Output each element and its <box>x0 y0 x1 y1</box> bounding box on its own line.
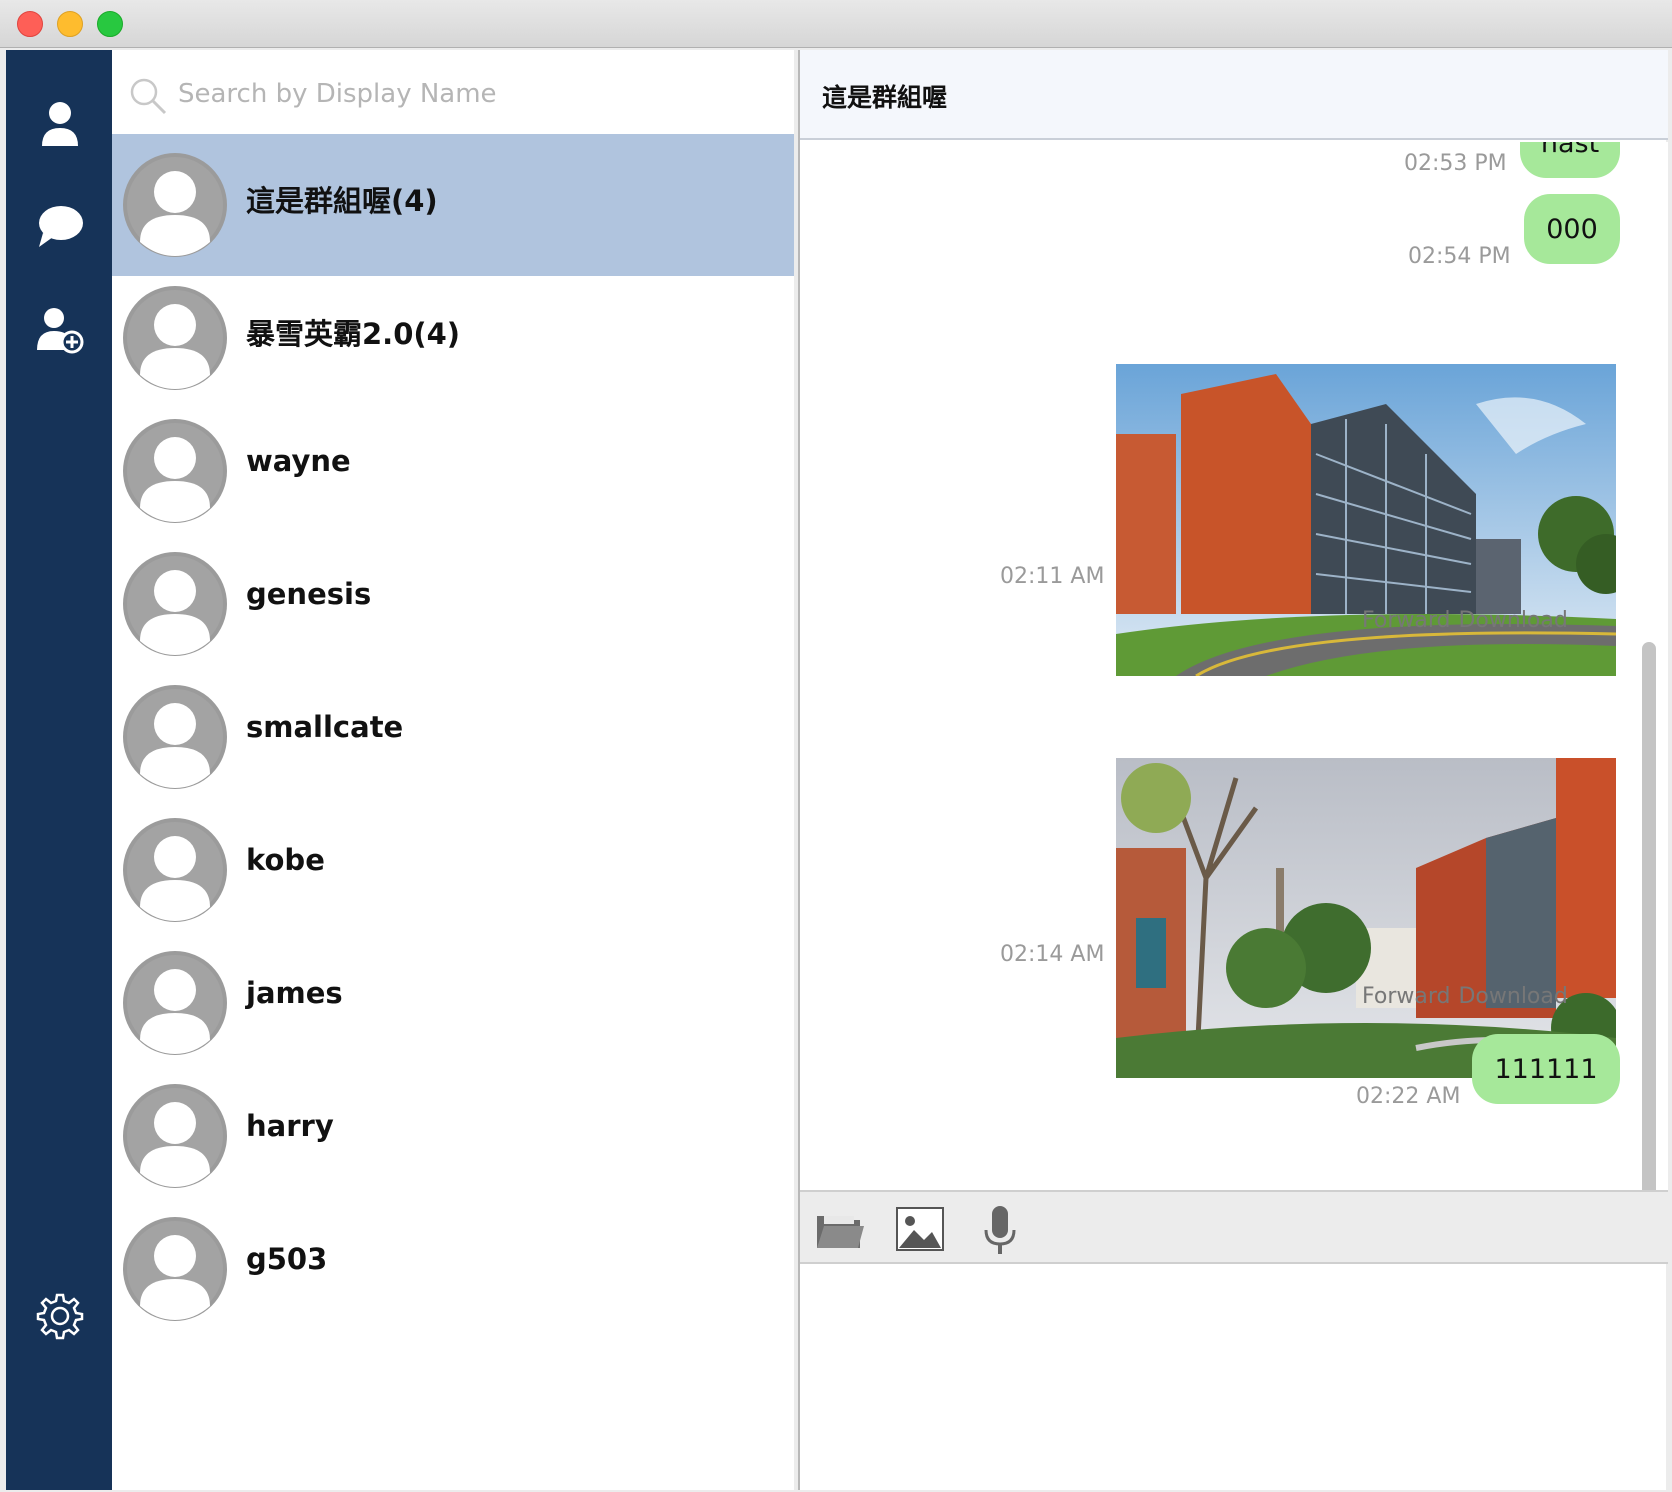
contact-row[interactable]: g503 <box>112 1198 794 1340</box>
avatar <box>122 684 228 790</box>
contact-row[interactable]: smallcate <box>112 666 794 808</box>
contact-name: 這是群組喔(4) <box>246 184 438 218</box>
message-time: 02:11 AM <box>1000 564 1105 589</box>
contact-list-pane: 這是群組喔(4) 暴雪英霸2.0(4) wayne genesis smallcate k… <box>112 50 794 1490</box>
chat-pane: 這是群組喔 nast 02:53 PM 000 02:54 PM 02:11 A… <box>798 50 1668 1490</box>
forward-link[interactable]: Forward <box>1362 608 1450 633</box>
contact-row[interactable]: james <box>112 932 794 1074</box>
avatar <box>122 418 228 524</box>
message-photo[interactable] <box>1116 758 1616 1078</box>
search-icon <box>130 78 167 115</box>
message-text: 111111 <box>1494 1053 1598 1085</box>
contact-name: smallcate <box>246 710 404 744</box>
message-actions: Forward Download <box>1354 984 1568 1009</box>
minimize-window-button[interactable] <box>57 11 83 37</box>
chat-bubble-icon[interactable] <box>34 200 86 252</box>
avatar <box>122 152 228 258</box>
avatar <box>122 285 228 391</box>
contact-row[interactable]: 這是群組喔(4) <box>112 134 794 276</box>
nav-rail <box>6 50 112 1490</box>
message-bubble[interactable]: 111111 <box>1472 1034 1620 1104</box>
contact-name: harry <box>246 1109 334 1143</box>
app-window: 這是群組喔(4) 暴雪英霸2.0(4) wayne genesis smallcate k… <box>0 0 1672 1492</box>
message-bubble[interactable]: 000 <box>1524 194 1620 264</box>
message-time: 02:54 PM <box>1408 244 1511 269</box>
avatar <box>122 551 228 657</box>
download-link[interactable]: Download <box>1458 984 1567 1009</box>
message-input[interactable] <box>800 1264 1666 1488</box>
close-window-button[interactable] <box>17 11 43 37</box>
search-bar <box>112 50 794 138</box>
image-icon[interactable] <box>894 1204 946 1256</box>
contact-row[interactable]: genesis <box>112 533 794 675</box>
message-bubble[interactable]: nast <box>1520 142 1620 178</box>
message-text: 000 <box>1546 213 1598 245</box>
message-list[interactable]: nast 02:53 PM 000 02:54 PM 02:11 AM Forw… <box>800 142 1668 1238</box>
attachment-toolbar <box>800 1190 1668 1264</box>
contact-name: wayne <box>246 444 351 478</box>
contact-name: james <box>246 976 343 1010</box>
gear-icon[interactable] <box>34 1290 86 1342</box>
download-link[interactable]: Download <box>1458 608 1567 633</box>
title-bar <box>0 0 1672 48</box>
message-time: 02:22 AM <box>1356 1084 1461 1109</box>
message-actions: Forward Download <box>1354 608 1568 633</box>
person-icon[interactable] <box>34 98 86 150</box>
chat-header: 這是群組喔 <box>800 50 1668 140</box>
add-contact-icon[interactable] <box>34 304 86 356</box>
forward-link[interactable]: Forward <box>1362 984 1450 1009</box>
message-time: 02:14 AM <box>1000 942 1105 967</box>
contact-name: kobe <box>246 843 325 877</box>
contact-row[interactable]: harry <box>112 1065 794 1207</box>
avatar <box>122 950 228 1056</box>
zoom-window-button[interactable] <box>97 11 123 37</box>
contact-row[interactable]: kobe <box>112 799 794 941</box>
avatar <box>122 817 228 923</box>
search-input[interactable] <box>178 72 778 116</box>
contact-name: 暴雪英霸2.0(4) <box>246 317 461 351</box>
avatar <box>122 1083 228 1189</box>
contact-name: g503 <box>246 1242 328 1276</box>
microphone-icon[interactable] <box>974 1204 1026 1256</box>
chat-title: 這是群組喔 <box>822 83 948 112</box>
message-time: 02:53 PM <box>1404 151 1507 176</box>
contact-row[interactable]: 暴雪英霸2.0(4) <box>112 267 794 409</box>
avatar <box>122 1216 228 1322</box>
message-text: nast <box>1540 142 1600 159</box>
contact-row[interactable]: wayne <box>112 400 794 542</box>
folder-icon[interactable] <box>814 1204 866 1256</box>
contact-name: genesis <box>246 577 372 611</box>
message-scrollbar[interactable] <box>1642 642 1656 1238</box>
